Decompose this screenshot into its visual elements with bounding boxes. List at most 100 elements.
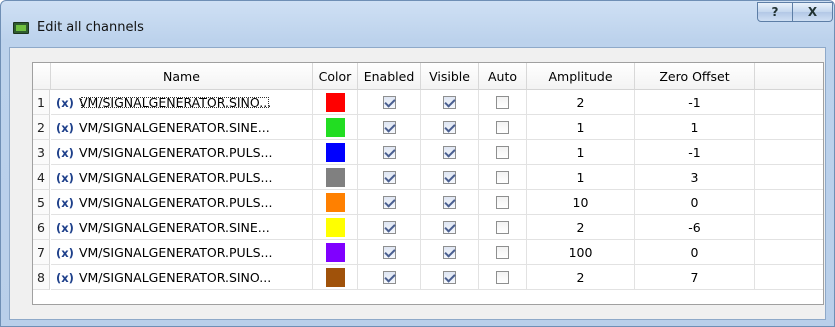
channel-name[interactable]: VM/SIGNALGENERATOR.SINE...: [79, 220, 270, 235]
channel-name-cell[interactable]: (x) VM/SIGNALGENERATOR.PULS...: [51, 165, 313, 190]
table-row[interactable]: 2 (x) VM/SIGNALGENERATOR.SINE... 1 1: [33, 115, 823, 140]
channel-name[interactable]: VM/SIGNALGENERATOR.SINO...: [79, 270, 271, 285]
color-cell[interactable]: [313, 215, 358, 240]
zero-offset-cell[interactable]: 0: [635, 190, 755, 215]
table-row[interactable]: 4 (x) VM/SIGNALGENERATOR.PULS... 1 3: [33, 165, 823, 190]
zero-offset-cell[interactable]: 1: [635, 115, 755, 140]
zero-offset-cell[interactable]: 7: [635, 265, 755, 290]
visible-checkbox[interactable]: [443, 246, 456, 259]
visible-checkbox[interactable]: [443, 96, 456, 109]
header-color[interactable]: Color: [313, 63, 358, 90]
zero-offset-cell[interactable]: 3: [635, 165, 755, 190]
auto-checkbox[interactable]: [496, 271, 509, 284]
color-swatch[interactable]: [325, 268, 345, 287]
close-button[interactable]: X: [793, 2, 833, 22]
channel-name[interactable]: VM/SIGNALGENERATOR.PULS...: [79, 170, 273, 185]
channel-name[interactable]: VM/SIGNALGENERATOR.SINO...: [79, 95, 271, 110]
enabled-checkbox[interactable]: [382, 196, 396, 209]
help-button[interactable]: ?: [757, 2, 793, 22]
table-row[interactable]: 3 (x) VM/SIGNALGENERATOR.PULS... 1 -1: [33, 140, 823, 165]
auto-checkbox[interactable]: [496, 171, 509, 184]
amplitude-cell[interactable]: 100: [527, 240, 635, 265]
amplitude-cell[interactable]: 1: [527, 165, 635, 190]
color-cell[interactable]: [313, 90, 358, 115]
zero-offset-cell[interactable]: -1: [635, 140, 755, 165]
color-swatch[interactable]: [325, 193, 345, 212]
header-zero-offset[interactable]: Zero Offset: [635, 63, 755, 90]
row-number[interactable]: 4: [33, 165, 50, 190]
enabled-checkbox[interactable]: [382, 171, 396, 184]
visible-checkbox[interactable]: [443, 121, 456, 134]
enabled-checkbox[interactable]: [382, 221, 396, 234]
color-swatch[interactable]: [325, 93, 345, 112]
table-row[interactable]: 6 (x) VM/SIGNALGENERATOR.SINE... 2 -6: [33, 215, 823, 240]
table-row[interactable]: 5 (x) VM/SIGNALGENERATOR.PULS... 10 0: [33, 190, 823, 215]
header-auto[interactable]: Auto: [479, 63, 527, 90]
zero-offset-cell[interactable]: 0: [635, 240, 755, 265]
channel-name-cell[interactable]: (x) VM/SIGNALGENERATOR.SINO...: [51, 265, 313, 290]
amplitude-cell[interactable]: 1: [527, 140, 635, 165]
row-number[interactable]: 7: [33, 240, 50, 265]
color-cell[interactable]: [313, 240, 358, 265]
variable-icon: (x): [56, 96, 74, 110]
amplitude-cell[interactable]: 2: [527, 215, 635, 240]
auto-checkbox[interactable]: [496, 146, 509, 159]
channel-name[interactable]: VM/SIGNALGENERATOR.PULS...: [79, 245, 273, 260]
amplitude-cell[interactable]: 2: [527, 265, 635, 290]
header-amplitude[interactable]: Amplitude: [527, 63, 635, 90]
enabled-checkbox[interactable]: [382, 96, 396, 109]
color-swatch[interactable]: [325, 218, 345, 237]
color-cell[interactable]: [313, 140, 358, 165]
header-name[interactable]: Name: [51, 63, 313, 90]
table-row[interactable]: 8 (x) VM/SIGNALGENERATOR.SINO... 2 7: [33, 265, 823, 290]
amplitude-cell[interactable]: 2: [527, 90, 635, 115]
channel-name-cell[interactable]: (x) VM/SIGNALGENERATOR.SINE...: [51, 115, 313, 140]
channel-name[interactable]: VM/SIGNALGENERATOR.PULS...: [79, 145, 273, 160]
auto-checkbox[interactable]: [496, 121, 509, 134]
row-number[interactable]: 3: [33, 140, 50, 165]
zero-offset-cell[interactable]: -6: [635, 215, 755, 240]
channel-name[interactable]: VM/SIGNALGENERATOR.PULS...: [79, 195, 273, 210]
auto-checkbox[interactable]: [496, 196, 509, 209]
visible-checkbox[interactable]: [443, 171, 456, 184]
channel-name-cell[interactable]: (x) VM/SIGNALGENERATOR.PULS...: [51, 140, 313, 165]
color-swatch[interactable]: [325, 168, 345, 187]
auto-checkbox[interactable]: [496, 96, 509, 109]
enabled-checkbox[interactable]: [382, 246, 396, 259]
color-swatch[interactable]: [325, 243, 345, 262]
header-visible[interactable]: Visible: [421, 63, 479, 90]
amplitude-cell[interactable]: 1: [527, 115, 635, 140]
visible-checkbox[interactable]: [443, 271, 456, 284]
color-swatch[interactable]: [325, 143, 345, 162]
visible-cell: [421, 190, 479, 215]
color-cell[interactable]: [313, 115, 358, 140]
header-enabled[interactable]: Enabled: [358, 63, 421, 90]
channel-name[interactable]: VM/SIGNALGENERATOR.SINE...: [79, 120, 270, 135]
visible-checkbox[interactable]: [443, 196, 456, 209]
row-number[interactable]: 6: [33, 215, 50, 240]
row-number[interactable]: 8: [33, 265, 50, 290]
row-number[interactable]: 1: [33, 90, 50, 115]
enabled-checkbox[interactable]: [382, 121, 396, 134]
channel-name-cell[interactable]: (x) VM/SIGNALGENERATOR.SINO...: [51, 90, 313, 115]
enabled-checkbox[interactable]: [382, 271, 396, 284]
zero-offset-cell[interactable]: -1: [635, 90, 755, 115]
color-cell[interactable]: [313, 265, 358, 290]
enabled-checkbox[interactable]: [382, 146, 396, 159]
visible-checkbox[interactable]: [443, 221, 456, 234]
channel-name-cell[interactable]: (x) VM/SIGNALGENERATOR.PULS...: [51, 240, 313, 265]
row-number[interactable]: 5: [33, 190, 50, 215]
title-bar[interactable]: Edit all channels ? X: [1, 1, 834, 47]
visible-checkbox[interactable]: [443, 146, 456, 159]
color-cell[interactable]: [313, 165, 358, 190]
color-cell[interactable]: [313, 190, 358, 215]
color-swatch[interactable]: [325, 118, 345, 137]
table-row[interactable]: 7 (x) VM/SIGNALGENERATOR.PULS... 100 0: [33, 240, 823, 265]
row-number[interactable]: 2: [33, 115, 50, 140]
auto-checkbox[interactable]: [496, 221, 509, 234]
auto-checkbox[interactable]: [496, 246, 509, 259]
channel-name-cell[interactable]: (x) VM/SIGNALGENERATOR.PULS...: [51, 190, 313, 215]
channel-name-cell[interactable]: (x) VM/SIGNALGENERATOR.SINE...: [51, 215, 313, 240]
amplitude-cell[interactable]: 10: [527, 190, 635, 215]
table-row[interactable]: 1 (x) VM/SIGNALGENERATOR.SINO... 2 -1: [33, 90, 823, 115]
